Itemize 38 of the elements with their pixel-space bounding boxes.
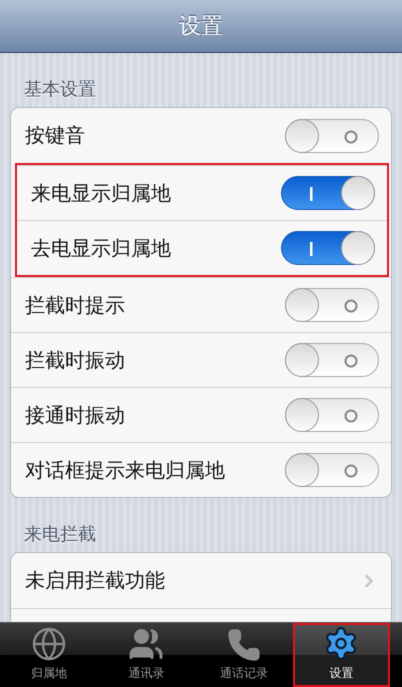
toggle-switch[interactable] (285, 343, 379, 377)
settings-row[interactable]: 接通时振动 (11, 387, 391, 442)
section-header: 来电拦截 (23, 523, 97, 547)
toggle-switch[interactable] (281, 176, 375, 210)
settings-row[interactable]: 按键音 (11, 108, 391, 163)
toggle-switch[interactable] (285, 118, 379, 152)
row-label: 未启用拦截功能 (25, 567, 165, 594)
toggle-switch[interactable] (285, 398, 379, 432)
row-label: 接通时振动 (25, 402, 125, 428)
tab[interactable]: 设置 (292, 623, 390, 687)
row-label: 来电显示归属地 (31, 180, 171, 206)
off-mark-icon (344, 353, 358, 369)
settings-row[interactable]: 对话框提示来电归属地 (11, 442, 391, 497)
globe-icon (30, 626, 67, 662)
section-header: 基本设置 (23, 78, 97, 102)
off-mark-icon (344, 463, 358, 479)
row-label: 对话框提示来电归属地 (25, 456, 225, 484)
toggle-switch[interactable] (285, 453, 379, 487)
row-label: 拦截时振动 (25, 346, 125, 374)
people-icon (128, 626, 164, 662)
tab[interactable]: 归属地 (0, 623, 98, 687)
toggle-switch[interactable] (281, 231, 375, 265)
row-label: 拦截时提示 (25, 292, 125, 318)
settings-row[interactable]: 来电显示归属地 (17, 165, 387, 220)
settings-row[interactable]: 去电显示归属地 (17, 220, 387, 275)
row-label: 去电显示归属地 (31, 234, 171, 262)
settings-row[interactable]: 未启用拦截功能 (11, 553, 391, 608)
tab[interactable]: 通话记录 (195, 623, 292, 687)
settings-row[interactable]: 拦截时提示 (11, 277, 391, 332)
tab[interactable]: 通讯录 (98, 623, 195, 687)
page-title: 设置 (179, 13, 223, 41)
off-mark-icon (344, 128, 358, 144)
phone-icon (226, 628, 261, 662)
row-label: 按键音 (25, 122, 85, 149)
toggle-switch[interactable] (285, 288, 379, 322)
settings-row[interactable]: 拦截时振动 (11, 332, 391, 387)
off-mark-icon (344, 408, 358, 424)
off-mark-icon (344, 298, 358, 314)
